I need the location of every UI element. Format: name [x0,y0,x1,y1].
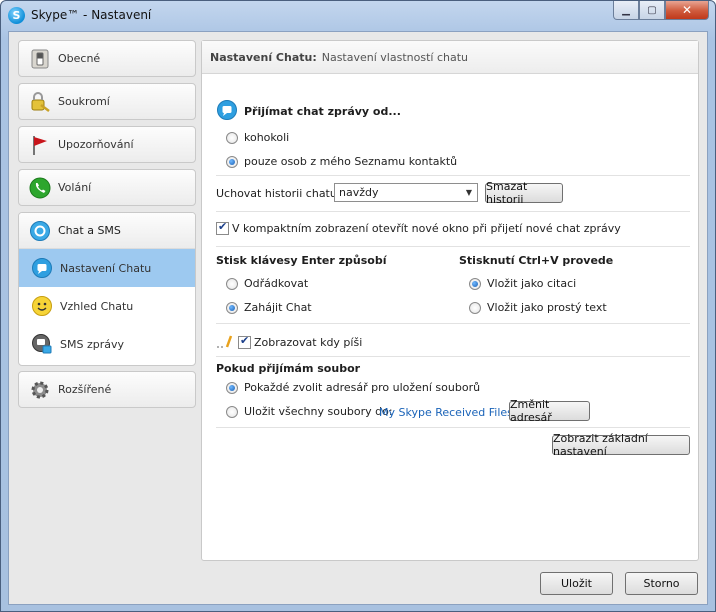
title-bar[interactable]: S Skype™ - Nastavení ▁ ▢ ✕ [1,1,715,31]
save-button[interactable]: Uložit [540,572,613,595]
chat-sms-group: Chat a SMS Nastavení Chatu Vzhled Chatu [18,212,196,366]
panel-title: Nastavení Chatu: [210,50,317,64]
enter-send-option[interactable]: Zahájit Chat [226,301,312,314]
enter-heading: Stisk klávesy Enter způsobí [216,254,387,267]
divider [216,323,690,324]
maximize-button[interactable]: ▢ [639,1,665,20]
switch-icon [29,48,51,70]
received-files-folder-link[interactable]: My Skype Received Files [379,406,513,419]
smiley-icon [31,295,53,317]
chat-bubble-icon [31,257,53,279]
radio-button[interactable] [469,301,481,314]
sidebar-item-sms[interactable]: SMS zprávy [19,325,195,363]
radio-label: Uložit všechny soubory do: [244,405,393,418]
sidebar-item-label: Soukromí [58,95,110,108]
file-heading: Pokud přijímám soubor [216,362,361,375]
radio-button[interactable] [226,301,238,314]
sidebar-item-chat-appearance[interactable]: Vzhled Chatu [19,287,195,325]
close-icon: ✕ [681,3,693,17]
sidebar-item-privacy[interactable]: Soukromí [18,83,196,120]
maximize-icon: ▢ [647,4,657,16]
radio-label: Vložit jako prostý text [487,301,607,314]
clear-history-button[interactable]: Smazat historii [485,180,563,206]
accept-contacts-option[interactable]: pouze osob z mého Seznamu kontaktů [226,155,457,168]
sidebar-item-label: Chat a SMS [58,224,121,237]
typing-indicator-option[interactable]: Zobrazovat kdy píši [216,333,362,352]
radio-button[interactable] [226,155,238,168]
checkbox[interactable] [216,220,229,235]
panel-header: Nastavení Chatu: Nastavení vlastností ch… [202,41,698,74]
radio-label: Odřádkovat [244,277,309,290]
divider [216,175,690,176]
radio-label: Vložit jako citaci [487,277,577,290]
radio-label: kohokoli [244,131,290,144]
radio-button[interactable] [469,277,481,290]
divider [216,211,690,212]
history-select[interactable]: navždy ▼ [334,183,478,202]
close-button[interactable]: ✕ [665,1,709,20]
divider [216,356,690,357]
divider [216,246,690,247]
chat-icon [29,220,51,242]
client-area: Obecné Soukromí Upozorňování Volání Chat… [8,31,708,605]
sidebar-item-label: Rozšířené [58,383,112,396]
sms-lock-icon [31,333,53,355]
history-select-value: navždy [339,186,379,199]
show-basic-settings-button[interactable]: Zobrazit základní nastavení [552,432,690,458]
radio-label: Zahájit Chat [244,301,312,314]
radio-button[interactable] [226,405,238,418]
sidebar-item-notifications[interactable]: Upozorňování [18,126,196,163]
chat-settings-panel: Nastavení Chatu: Nastavení vlastností ch… [201,40,699,561]
chat-bubble-icon [216,99,238,124]
change-folder-button[interactable]: Změnit adresář [509,398,590,424]
checkbox-label: Zobrazovat kdy píši [254,336,363,349]
sidebar-item-calls[interactable]: Volání [18,169,196,206]
radio-label: Pokaždé zvolit adresář pro uložení soubo… [244,381,481,394]
radio-button[interactable] [226,381,238,394]
cancel-button[interactable]: Storno [625,572,698,595]
accept-section-heading: Přijímat chat zprávy od... [216,99,401,124]
skype-logo-icon: S [8,7,25,24]
window-title: Skype™ - Nastavení [31,8,152,22]
sidebar-item-chat-settings[interactable]: Nastavení Chatu [19,249,195,287]
panel-description: Nastavení vlastností chatu [321,50,468,64]
accept-anyone-option[interactable]: kohokoli [226,131,289,144]
settings-window: S Skype™ - Nastavení ▁ ▢ ✕ Obecné Soukro… [0,0,716,612]
sidebar-item-general[interactable]: Obecné [18,40,196,77]
sidebar-item-label: Nastavení Chatu [60,261,152,275]
chevron-down-icon: ▼ [465,188,473,197]
accept-heading: Přijímat chat zprávy od... [244,105,401,118]
sidebar-item-label: SMS zprávy [60,337,124,351]
checkbox[interactable] [238,334,251,349]
minimize-icon: ▁ [622,4,630,16]
sidebar-item-label: Upozorňování [58,138,134,151]
sidebar-item-advanced[interactable]: Rozšířené [18,371,196,408]
enter-newline-option[interactable]: Odřádkovat [226,277,308,290]
compact-window-option[interactable]: V kompaktním zobrazení otevřít nové okno… [216,220,621,235]
pencil-icon [216,333,234,352]
radio-label: pouze osob z mého Seznamu kontaktů [244,155,458,168]
gear-icon [29,379,51,401]
sidebar-item-label: Vzhled Chatu [60,299,134,313]
paste-heading: Stisknutí Ctrl+V provede [459,254,614,267]
radio-button[interactable] [226,131,238,144]
sidebar-item-label: Obecné [58,52,101,65]
file-save-all-option[interactable]: Uložit všechny soubory do: [226,405,393,418]
paste-plain-option[interactable]: Vložit jako prostý text [469,301,607,314]
phone-icon [29,177,51,199]
history-label: Uchovat historii chatu [216,187,337,200]
lock-key-icon [29,91,51,113]
red-flag-icon [29,134,51,156]
checkbox-label: V kompaktním zobrazení otevřít nové okno… [232,222,621,235]
file-ask-option[interactable]: Pokaždé zvolit adresář pro uložení soubo… [226,381,480,394]
divider [216,427,690,428]
sidebar-item-label: Volání [58,181,92,194]
sidebar-item-chat-sms[interactable]: Chat a SMS [19,213,195,249]
paste-quote-option[interactable]: Vložit jako citaci [469,277,576,290]
minimize-button[interactable]: ▁ [613,1,639,20]
radio-button[interactable] [226,277,238,290]
